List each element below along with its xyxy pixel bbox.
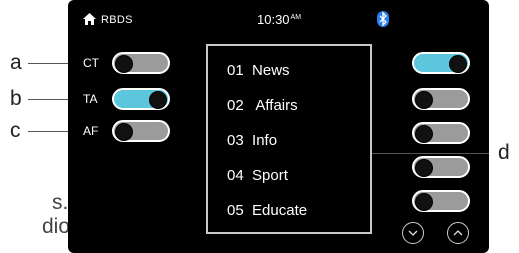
toggle-knob — [449, 55, 467, 73]
scroll-up-button[interactable] — [447, 222, 469, 244]
callout-c: c — [10, 119, 21, 142]
toggle-knob — [115, 123, 133, 141]
chevron-up-icon — [453, 230, 463, 236]
pty-item-educate[interactable]: 05 Educate — [227, 202, 307, 219]
ta-toggle[interactable] — [112, 88, 170, 110]
toggle-knob — [415, 193, 433, 211]
callout-d: d — [498, 141, 510, 164]
pty-toggle-4[interactable] — [412, 156, 470, 178]
manual-text-fragment-2: dio — [42, 215, 71, 238]
ct-label: CT — [83, 56, 99, 70]
pty-item-news[interactable]: 01 News — [227, 62, 290, 79]
home-icon[interactable] — [83, 13, 96, 25]
callout-d-line — [372, 153, 489, 154]
callout-a: a — [10, 51, 22, 74]
status-bar: RBDS 10:30AM — [68, 0, 489, 36]
pty-list: 01 News 02 Affairs 03 Info 04 Sport 05 E… — [206, 44, 372, 234]
chevron-down-icon — [408, 230, 418, 236]
source-label: RBDS — [101, 14, 133, 26]
toggle-knob — [149, 91, 167, 109]
pty-toggle-2[interactable] — [412, 88, 470, 110]
toggle-knob — [415, 125, 433, 143]
radio-screen: RBDS 10:30AM CT TA AF 01 News 02 Affairs… — [68, 0, 489, 253]
pty-toggle-3[interactable] — [412, 122, 470, 144]
ct-toggle[interactable] — [112, 52, 170, 74]
toggle-knob — [415, 159, 433, 177]
pty-toggle-1[interactable] — [412, 52, 470, 74]
callout-b: b — [10, 87, 22, 110]
bluetooth-icon — [377, 11, 389, 27]
af-toggle[interactable] — [112, 120, 170, 142]
manual-text-fragment-1: s. — [52, 191, 69, 214]
clock: 10:30AM — [257, 12, 302, 27]
toggle-knob — [415, 91, 433, 109]
af-label: AF — [83, 124, 99, 138]
pty-item-sport[interactable]: 04 Sport — [227, 167, 288, 184]
ta-label: TA — [83, 92, 98, 106]
scroll-down-button[interactable] — [402, 222, 424, 244]
pty-item-affairs[interactable]: 02 Affairs — [227, 97, 298, 114]
pty-item-info[interactable]: 03 Info — [227, 132, 277, 149]
toggle-knob — [115, 55, 133, 73]
pty-toggle-5[interactable] — [412, 190, 470, 212]
